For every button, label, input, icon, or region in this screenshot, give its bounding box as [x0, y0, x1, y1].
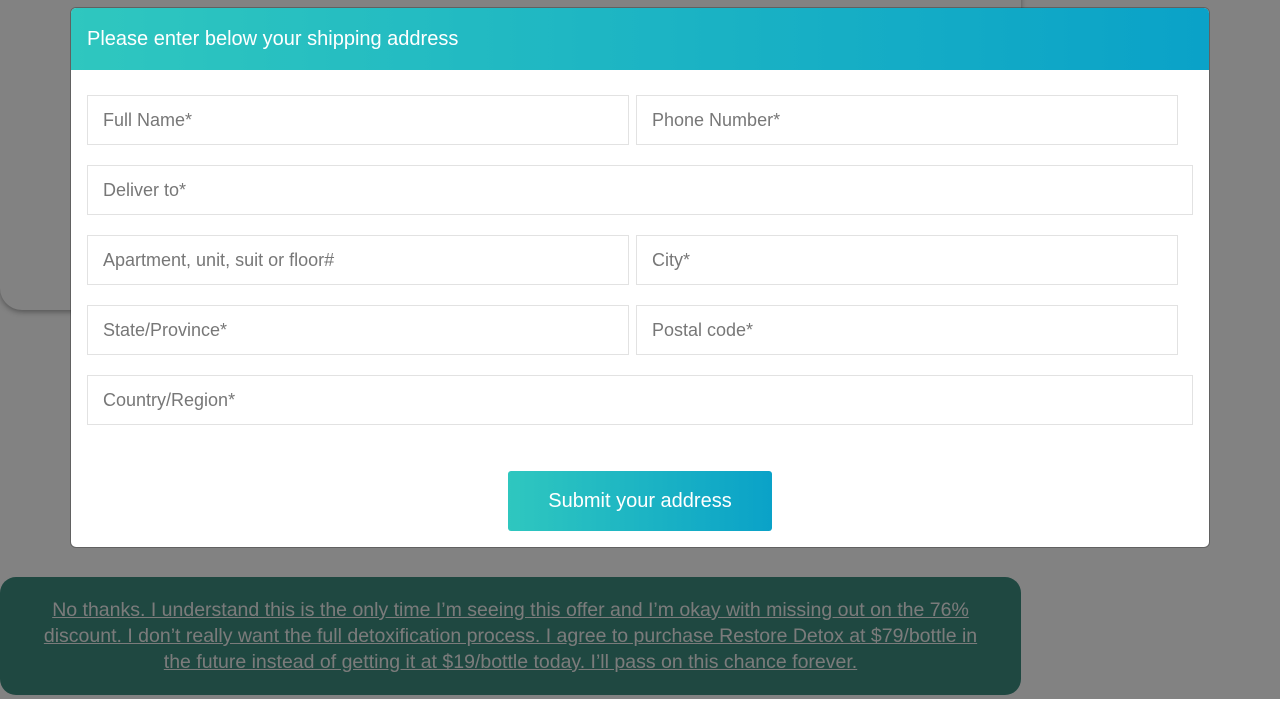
- full-name-input[interactable]: [87, 95, 629, 145]
- modal-header: Please enter below your shipping address: [71, 8, 1209, 70]
- apartment-input[interactable]: [87, 235, 629, 285]
- deliver-to-input[interactable]: [87, 165, 1193, 215]
- city-input[interactable]: [636, 235, 1178, 285]
- postal-code-input[interactable]: [636, 305, 1178, 355]
- country-region-input[interactable]: [87, 375, 1193, 425]
- phone-number-input[interactable]: [636, 95, 1178, 145]
- modal-title: Please enter below your shipping address: [87, 27, 459, 50]
- state-province-input[interactable]: [87, 305, 629, 355]
- shipping-address-modal: Please enter below your shipping address…: [71, 8, 1209, 547]
- submit-address-button[interactable]: Submit your address: [508, 471, 772, 531]
